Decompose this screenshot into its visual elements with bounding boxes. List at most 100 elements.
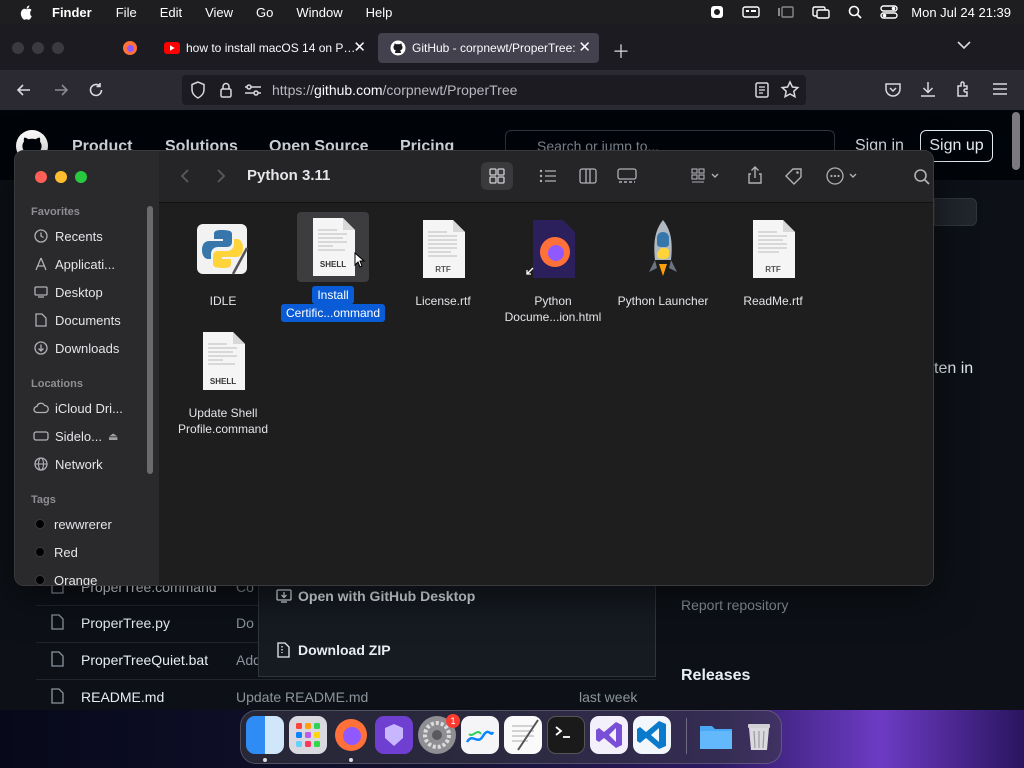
file-name[interactable]: README.md	[81, 689, 164, 705]
window-zoom-button[interactable]	[75, 171, 87, 183]
gh-releases-heading[interactable]: Releases	[681, 667, 750, 685]
window-minimize-button[interactable]	[55, 171, 67, 183]
file-commit-msg[interactable]: Update README.md	[236, 689, 368, 705]
file-item-update-shell-profile[interactable]: SHELL Update Shell Profile.command	[168, 330, 278, 437]
launchpad-icon[interactable]	[289, 716, 327, 754]
screen-mirroring-icon[interactable]	[812, 5, 830, 19]
menu-go[interactable]: Go	[256, 5, 273, 20]
tag-icon[interactable]	[784, 167, 804, 185]
sidebar-scrollbar[interactable]	[147, 206, 153, 474]
file-name[interactable]: ProperTreeQuiet.bat	[81, 652, 208, 668]
terminal-icon[interactable]	[547, 716, 585, 754]
sidebar-item-desktop[interactable]: Desktop	[33, 281, 153, 303]
url-text[interactable]: https://github.com/corpnewt/ProperTree	[272, 82, 517, 98]
downloads-icon[interactable]	[919, 80, 937, 98]
sidebar-item-network[interactable]: Network	[33, 453, 153, 475]
back-icon[interactable]	[179, 168, 191, 184]
download-zip-item[interactable]: Download ZIP	[298, 642, 391, 658]
sidebar-item-downloads[interactable]: Downloads	[33, 337, 153, 359]
apple-icon[interactable]	[18, 3, 36, 21]
sidebar-item-applications[interactable]: Applicati...	[33, 253, 153, 275]
search-icon[interactable]	[913, 168, 931, 186]
sidebar-item-sideloaded-volume[interactable]: Sidelo... ⏏	[33, 425, 153, 447]
firefox-icon[interactable]	[332, 716, 370, 754]
gallery-view-icon[interactable]	[617, 168, 637, 184]
file-item-python-launcher[interactable]: Python Launcher	[608, 218, 718, 309]
tab-github[interactable]: GitHub - corpnewt/ProperTree: ✕	[378, 33, 599, 63]
spotlight-icon[interactable]	[847, 4, 863, 20]
list-view-icon[interactable]	[539, 169, 557, 183]
file-commit-msg[interactable]: Do	[236, 615, 254, 631]
menu-edit[interactable]: Edit	[160, 5, 182, 20]
menu-file[interactable]: File	[116, 5, 137, 20]
file-name-label: Install Certific...ommand	[278, 286, 388, 322]
column-view-icon[interactable]	[579, 168, 597, 184]
open-github-desktop-item[interactable]: Open with GitHub Desktop	[298, 588, 475, 604]
sidebar-tag-rewwrerer[interactable]: rewwrerer	[33, 513, 153, 535]
reader-view-icon[interactable]	[754, 81, 770, 99]
textedit-icon[interactable]	[504, 716, 542, 754]
control-center-icon[interactable]	[880, 4, 898, 20]
file-item-python-documentation[interactable]: Python Docume...ion.html	[498, 218, 608, 325]
file-item-license[interactable]: RTF License.rtf	[388, 218, 498, 309]
share-icon[interactable]	[747, 165, 763, 185]
tab-github-close-icon[interactable]: ✕	[578, 40, 591, 55]
gear-status-icon[interactable]	[709, 4, 725, 20]
freeform-icon[interactable]	[461, 716, 499, 754]
reload-icon[interactable]	[86, 80, 106, 100]
forward-icon[interactable]	[215, 168, 227, 184]
browser-zoom-dot[interactable]	[52, 42, 64, 54]
eject-icon[interactable]: ⏏	[108, 430, 118, 443]
firefox-icon	[123, 41, 137, 55]
file-item-install-certificates[interactable]: SHELL Install Certific...ommand	[278, 212, 388, 322]
extensions-icon[interactable]	[955, 80, 973, 98]
file-name[interactable]: ProperTree.py	[81, 615, 170, 631]
menu-help[interactable]: Help	[366, 5, 393, 20]
list-all-tabs-icon[interactable]	[957, 40, 971, 50]
notes-icon[interactable]	[375, 716, 413, 754]
visual-studio-icon[interactable]	[590, 716, 628, 754]
grid-view-icon	[489, 168, 505, 184]
group-by-icon[interactable]	[691, 168, 721, 184]
menu-window[interactable]: Window	[296, 5, 342, 20]
sidebar-item-documents[interactable]: Documents	[33, 309, 153, 331]
folder-icon[interactable]	[697, 716, 735, 754]
finder-icon[interactable]	[246, 716, 284, 754]
tab-youtube[interactable]: how to install macOS 14 on PC/L ✕	[152, 33, 374, 63]
menu-finder[interactable]: Finder	[52, 5, 92, 20]
tab-firefox-view[interactable]	[110, 33, 148, 63]
trash-icon[interactable]	[740, 716, 778, 754]
stage-manager-icon[interactable]	[777, 5, 795, 19]
back-icon[interactable]	[14, 80, 34, 100]
sidebar-item-label: Documents	[55, 312, 121, 328]
window-close-button[interactable]	[35, 171, 47, 183]
tab-youtube-close-icon[interactable]: ✕	[353, 40, 366, 55]
vscode-icon[interactable]	[633, 716, 671, 754]
file-item-idle[interactable]: IDLE	[168, 218, 278, 309]
pocket-icon[interactable]	[884, 81, 902, 99]
github-icon	[390, 40, 406, 56]
lock-icon[interactable]	[219, 81, 233, 99]
file-name-label: Python Launcher	[617, 294, 709, 308]
more-actions-icon[interactable]	[826, 167, 862, 185]
page-scrollbar[interactable]	[1012, 112, 1020, 170]
sidebar-item-recents[interactable]: Recents	[33, 225, 153, 247]
new-tab-button[interactable]: ＋	[612, 38, 630, 64]
sidebar-item-icloud[interactable]: iCloud Dri...	[33, 397, 153, 419]
gh-code-dropdown-button[interactable]	[934, 198, 977, 226]
drive-icon	[33, 428, 49, 444]
sidebar-tag-orange[interactable]: Orange	[33, 569, 153, 585]
browser-minimize-dot[interactable]	[32, 42, 44, 54]
tracking-shield-icon[interactable]	[190, 81, 206, 99]
bookmark-star-icon[interactable]	[780, 80, 800, 100]
menu-view[interactable]: View	[205, 5, 233, 20]
permissions-icon[interactable]	[244, 83, 262, 97]
sidebar-tag-red[interactable]: Red	[33, 541, 153, 563]
browser-close-dot[interactable]	[12, 42, 24, 54]
hamburger-menu-icon[interactable]	[992, 82, 1008, 96]
gh-report-repository-link[interactable]: Report repository	[681, 597, 788, 613]
menu-clock[interactable]: Mon Jul 24 21:39	[911, 5, 1011, 20]
forward-icon[interactable]	[51, 80, 71, 100]
keyboard-status-icon[interactable]	[742, 5, 760, 19]
file-item-readme[interactable]: RTF ReadMe.rtf	[718, 218, 828, 309]
